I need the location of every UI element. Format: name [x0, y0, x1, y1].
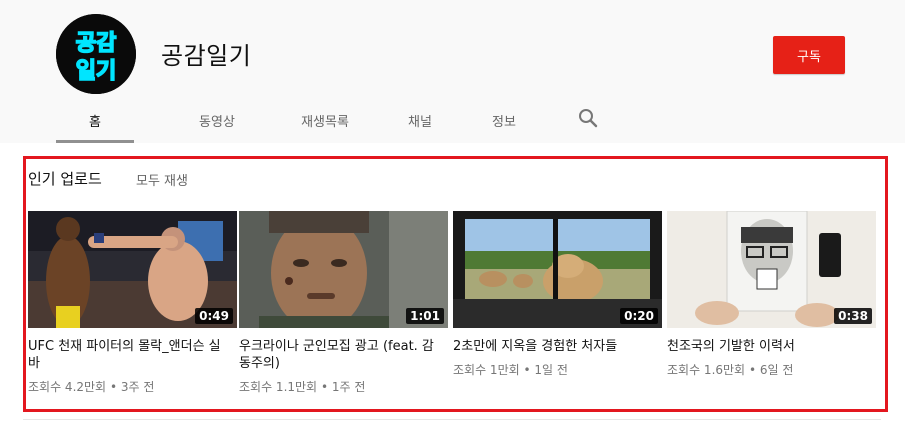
video-title[interactable]: 2초만에 지옥을 경험한 처자들 — [453, 338, 648, 355]
video-duration: 0:20 — [620, 308, 658, 324]
channel-header: 공감 일기 공감일기 구독 홈 동영상 재생목록 채널 정보 — [0, 0, 905, 143]
svg-text:공감: 공감 — [76, 31, 116, 56]
video-age: 3주 전 — [120, 380, 155, 394]
video-thumbnail[interactable]: 0:38 — [667, 211, 876, 328]
search-icon[interactable] — [578, 108, 598, 128]
subscribe-button[interactable]: 구독 — [773, 36, 845, 74]
video-card[interactable]: 0:20 2초만에 지옥을 경험한 처자들 조회수 1만회 • 1일 전 — [453, 211, 662, 378]
video-views: 조회수 4.2만회 — [28, 380, 107, 394]
video-thumbnail[interactable]: 0:49 — [28, 211, 237, 328]
video-views: 조회수 1만회 — [453, 363, 520, 377]
meta-separator: • — [523, 363, 531, 377]
video-thumbnail[interactable]: 0:20 — [453, 211, 662, 328]
tab-home[interactable]: 홈 — [56, 98, 134, 143]
video-meta: 조회수 1만회 • 1일 전 — [453, 361, 662, 378]
channel-name: 공감일기 — [161, 42, 252, 70]
meta-separator: • — [320, 380, 329, 394]
tab-about[interactable]: 정보 — [474, 98, 534, 143]
video-views: 조회수 1.1만회 — [239, 380, 318, 394]
video-age: 1일 전 — [534, 363, 568, 377]
avatar-logo-icon: 공감 일기 — [56, 14, 136, 94]
popular-uploads-shelf: 인기 업로드 모두 재생 0:49 UFC 천재 파이터의 몰락_앤더슨 실바 … — [23, 156, 888, 412]
video-card[interactable]: 0:49 UFC 천재 파이터의 몰락_앤더슨 실바 조회수 4.2만회 • 3… — [28, 211, 237, 395]
play-all-link[interactable]: 모두 재생 — [136, 170, 188, 189]
video-views: 조회수 1.6만회 — [667, 363, 746, 377]
meta-separator: • — [109, 380, 118, 394]
channel-avatar[interactable]: 공감 일기 — [56, 14, 136, 94]
video-card[interactable]: 1:01 우크라이나 군인모집 광고 (feat. 감동주의) 조회수 1.1만… — [239, 211, 448, 395]
svg-text:일기: 일기 — [76, 59, 116, 84]
video-thumbnail[interactable]: 1:01 — [239, 211, 448, 328]
shelf-title[interactable]: 인기 업로드 — [28, 168, 102, 189]
tab-channels[interactable]: 채널 — [390, 98, 450, 143]
video-duration: 0:38 — [834, 308, 872, 324]
video-meta: 조회수 1.1만회 • 1주 전 — [239, 378, 448, 395]
divider — [23, 419, 881, 420]
video-duration: 0:49 — [195, 308, 233, 324]
channel-tabs: 홈 동영상 재생목록 채널 정보 — [56, 98, 534, 143]
video-title[interactable]: 천조국의 기발한 이력서 — [667, 338, 862, 355]
video-meta: 조회수 1.6만회 • 6일 전 — [667, 361, 876, 378]
tab-videos[interactable]: 동영상 — [164, 98, 270, 143]
video-age: 6일 전 — [759, 363, 794, 377]
video-card[interactable]: 0:38 천조국의 기발한 이력서 조회수 1.6만회 • 6일 전 — [667, 211, 876, 378]
video-title[interactable]: UFC 천재 파이터의 몰락_앤더슨 실바 — [28, 338, 223, 372]
meta-separator: • — [748, 363, 757, 377]
video-meta: 조회수 4.2만회 • 3주 전 — [28, 378, 237, 395]
video-title[interactable]: 우크라이나 군인모집 광고 (feat. 감동주의) — [239, 338, 434, 372]
video-duration: 1:01 — [406, 308, 444, 324]
video-age: 1주 전 — [331, 380, 366, 394]
tab-playlists[interactable]: 재생목록 — [280, 98, 370, 143]
